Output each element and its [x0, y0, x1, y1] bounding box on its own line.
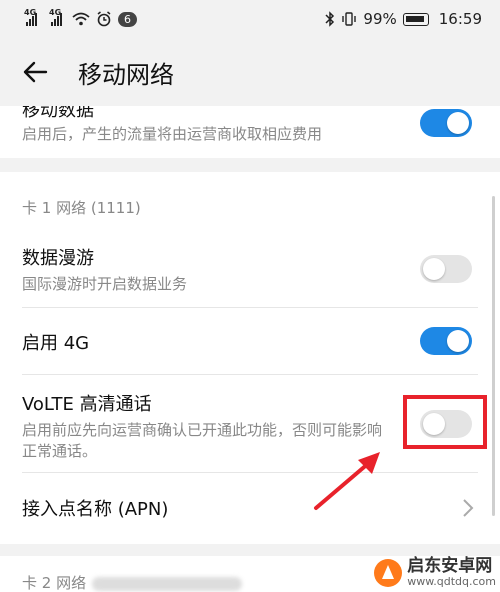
data-roaming-title: 数据漫游 [22, 248, 94, 269]
toggle-knob [423, 258, 445, 280]
wifi-icon [72, 12, 90, 26]
sim1-network-card: 卡 1 网络 (1111) 数据漫游 国际漫游时开启数据业务 启用 4G VoL… [0, 172, 500, 544]
chevron-right-icon [463, 499, 474, 517]
enable-4g-toggle[interactable] [420, 327, 472, 355]
status-right: 99% 16:59 [325, 10, 482, 28]
annotation-highlight-box [403, 395, 487, 449]
alarm-icon [97, 11, 111, 27]
notification-count-badge: 6 [118, 11, 137, 27]
watermark-logo-icon [374, 558, 403, 587]
clock: 16:59 [438, 10, 482, 28]
volte-title: VoLTE 高清通话 [22, 394, 152, 415]
sim1-network-type: 4G [24, 8, 37, 17]
sim1-signal-icon: 4G [24, 8, 37, 26]
apn-row[interactable]: 接入点名称 (APN) [22, 495, 478, 521]
data-roaming-toggle[interactable] [420, 255, 472, 283]
status-left: 4G 4G 6 [24, 8, 137, 27]
watermark-text: 启东安卓网 www.qdtdq.com [407, 557, 496, 588]
divider [22, 374, 478, 375]
divider [22, 472, 478, 473]
mobile-data-subtitle: 启用后，产生的流量将由运营商收取相应费用 [22, 125, 323, 143]
page-title: 移动网络 [78, 60, 174, 89]
toggle-knob [447, 112, 469, 134]
mobile-data-row[interactable]: 移动数据 启用后，产生的流量将由运营商收取相应费用 [22, 106, 478, 145]
sim1-section-label: 卡 1 网络 (1111) [22, 199, 141, 217]
mobile-data-card: 移动数据 启用后，产生的流量将由运营商收取相应费用 [0, 106, 500, 158]
sim2-network-type: 4G [49, 8, 62, 17]
annotation-arrow-icon [314, 452, 380, 510]
sim2-section-label: 卡 2 网络 [22, 572, 243, 592]
arrow-left-icon [23, 61, 48, 83]
sim2-signal-icon: 4G [49, 8, 62, 26]
enable-4g-row[interactable]: 启用 4G [22, 329, 478, 355]
redacted-number [92, 576, 243, 591]
apn-title: 接入点名称 (APN) [22, 499, 169, 520]
back-button[interactable] [22, 57, 52, 87]
vibrate-icon [342, 12, 357, 26]
data-roaming-subtitle: 国际漫游时开启数据业务 [22, 275, 188, 293]
watermark-url: www.qdtdq.com [407, 574, 496, 588]
watermark-name: 启东安卓网 [407, 556, 493, 577]
toggle-knob [447, 330, 469, 352]
battery-icon [402, 12, 429, 26]
sim2-label-text: 卡 2 网络 [22, 574, 87, 592]
app-header: 移动网络 [0, 38, 500, 106]
battery-percent: 99% [363, 10, 397, 28]
mobile-data-toggle[interactable] [420, 109, 472, 137]
divider [22, 307, 478, 308]
mobile-data-title: 移动数据 [22, 106, 94, 121]
bluetooth-icon [325, 11, 335, 27]
scrollbar[interactable] [492, 196, 495, 516]
status-bar: 4G 4G 6 99% 16:59 [0, 0, 500, 38]
data-roaming-row[interactable]: 数据漫游 国际漫游时开启数据业务 [22, 244, 478, 295]
watermark: 启东安卓网 www.qdtdq.com [373, 557, 496, 588]
enable-4g-title: 启用 4G [22, 333, 90, 354]
